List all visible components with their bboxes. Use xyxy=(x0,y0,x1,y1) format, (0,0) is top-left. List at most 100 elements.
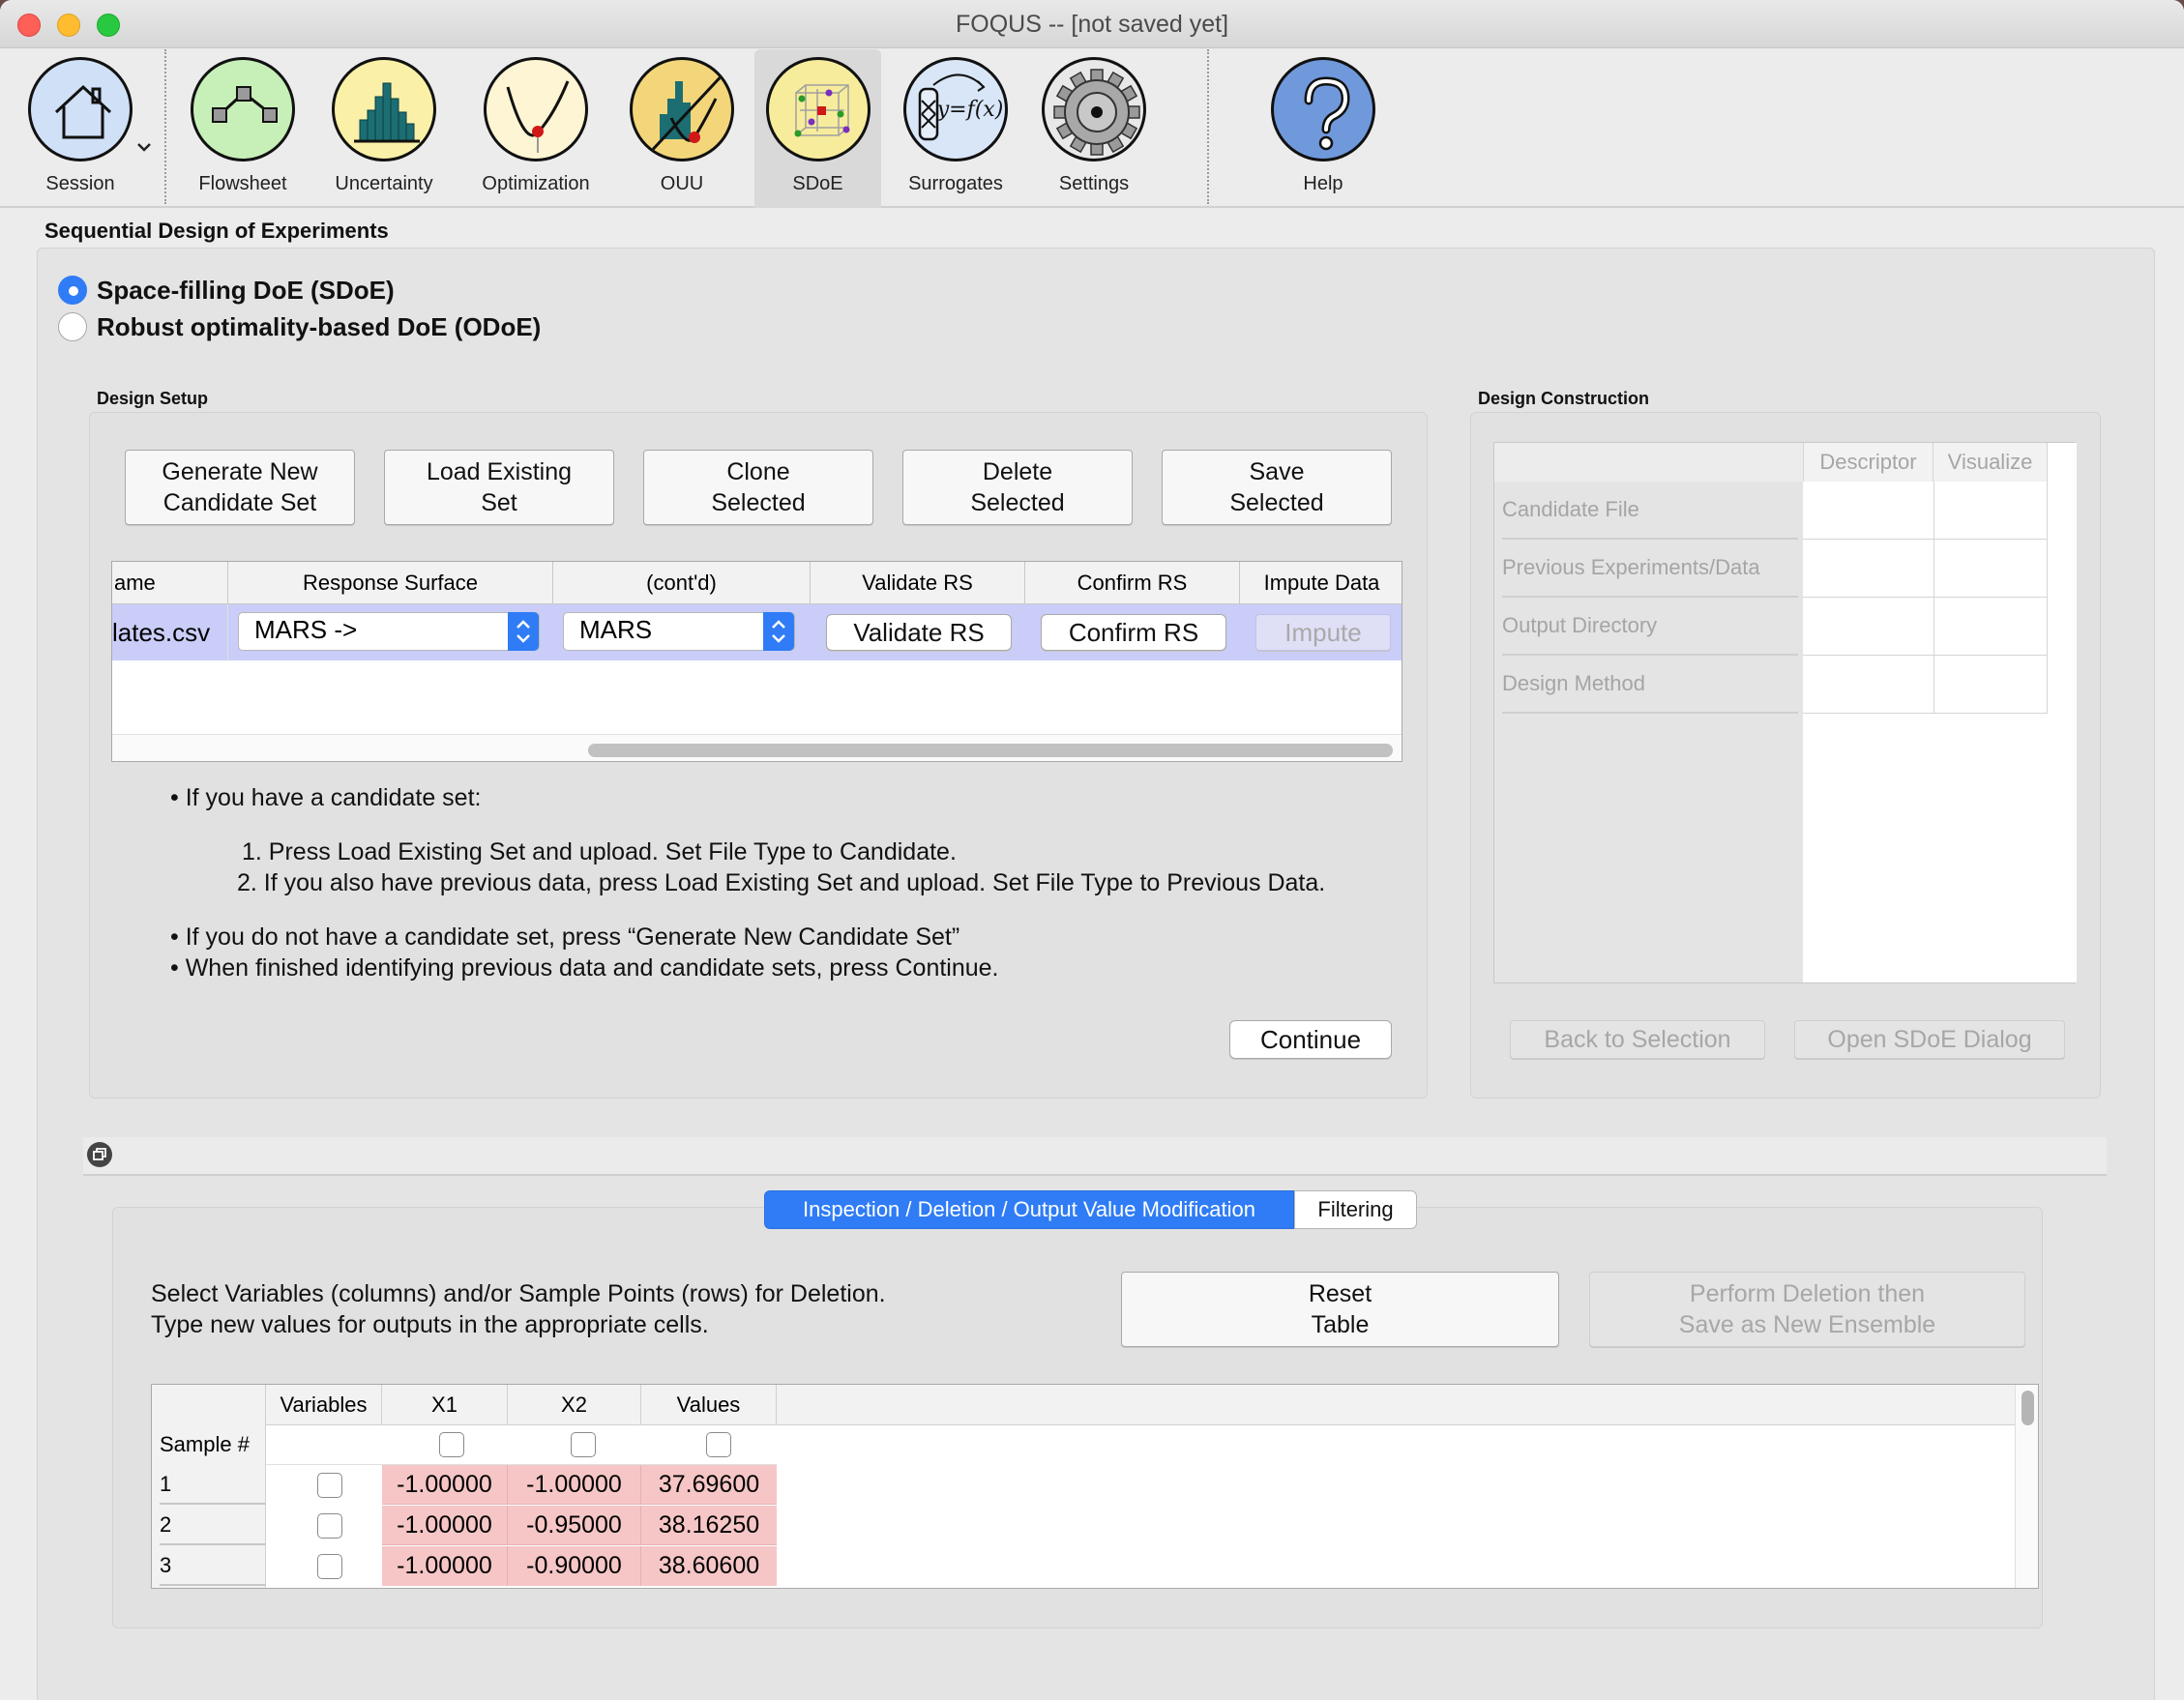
instruction-text: If you have a candidate set: xyxy=(185,784,482,811)
impute-button[interactable]: Impute xyxy=(1255,614,1391,651)
toolbar-uncertainty[interactable]: Uncertainty xyxy=(316,49,452,208)
header-descriptor: Descriptor xyxy=(1803,443,1933,482)
validate-rs-button[interactable]: Validate RS xyxy=(826,614,1012,651)
header-confirm-rs[interactable]: Confirm RS xyxy=(1025,562,1240,604)
header-contd[interactable]: (cont'd) xyxy=(553,562,811,604)
toolbar-help[interactable]: Help xyxy=(1255,49,1391,208)
delete-selected-button[interactable]: Delete Selected xyxy=(902,450,1133,525)
header-x2[interactable]: X2 xyxy=(508,1385,641,1425)
surrogates-icon: y=f(x) xyxy=(903,57,1008,161)
cell-x2[interactable]: -0.90000 xyxy=(508,1546,641,1586)
sample-number-label: Sample # xyxy=(160,1432,250,1456)
confirm-rs-button[interactable]: Confirm RS xyxy=(1041,614,1226,651)
cell-x2[interactable]: -0.95000 xyxy=(508,1506,641,1545)
header-visualize: Visualize xyxy=(1933,443,2048,482)
toolbar-separator xyxy=(1207,49,1209,204)
row-previous-data: Previous Experiments/Data xyxy=(1502,540,1798,598)
perform-deletion-button[interactable]: Perform Deletion then Save as New Ensemb… xyxy=(1589,1272,2025,1347)
scrollbar-thumb[interactable] xyxy=(2022,1391,2034,1425)
sample-row-number[interactable]: 2 xyxy=(160,1506,266,1545)
title-bar: FOQUS -- [not saved yet] xyxy=(0,0,2184,48)
flowsheet-icon xyxy=(191,57,295,161)
header-name[interactable]: ame xyxy=(112,562,228,604)
cell-x1[interactable]: -1.00000 xyxy=(382,1506,508,1545)
clone-selected-button[interactable]: Clone Selected xyxy=(643,450,873,525)
header-impute-data[interactable]: Impute Data xyxy=(1240,562,1402,604)
open-sdoe-dialog-button[interactable]: Open SDoE Dialog xyxy=(1794,1020,2065,1059)
sdoe-grid-icon xyxy=(765,57,871,161)
radio-sdoe[interactable] xyxy=(58,276,87,305)
toolbar-label: SDoE xyxy=(792,173,843,194)
contd-select[interactable]: MARS xyxy=(563,612,795,651)
radio-odoe-label[interactable]: Robust optimality-based DoE (ODoE) xyxy=(97,312,541,342)
header-response-surface[interactable]: Response Surface xyxy=(228,562,553,604)
continue-button[interactable]: Continue xyxy=(1229,1020,1392,1059)
sample-row-number[interactable]: 1 xyxy=(160,1465,266,1505)
select-arrows-icon xyxy=(508,612,539,651)
instruction-step-2: 2. If you also have previous data, press… xyxy=(237,869,1326,896)
table-corner xyxy=(1494,443,1803,482)
instruction-text: If you also have previous data, press Lo… xyxy=(263,869,1326,896)
radio-sdoe-label[interactable]: Space-filling DoE (SDoE) xyxy=(97,276,395,306)
sample-row-number[interactable]: 3 xyxy=(160,1546,266,1586)
toolbar-label: OUU xyxy=(660,173,704,194)
undock-icon[interactable] xyxy=(87,1142,112,1167)
design-construction-table: Descriptor Visualize Candidate File Prev… xyxy=(1493,442,2077,983)
select-column-x1-checkbox[interactable] xyxy=(439,1432,464,1457)
response-surface-select[interactable]: MARS -> xyxy=(238,612,540,651)
deletion-description-line1: Select Variables (columns) and/or Sample… xyxy=(151,1280,886,1307)
toolbar-label: Help xyxy=(1303,173,1343,194)
histogram-icon xyxy=(332,57,436,161)
instruction-bullet-3: • When finished identifying previous dat… xyxy=(170,954,999,982)
home-icon xyxy=(28,57,133,161)
toolbar-flowsheet[interactable]: Flowsheet xyxy=(175,49,310,208)
toolbar-label: Optimization xyxy=(482,173,590,194)
toolbar-separator xyxy=(164,49,166,204)
cell-values[interactable]: 38.16250 xyxy=(641,1506,777,1545)
header-values[interactable]: Values xyxy=(641,1385,777,1425)
scrollbar-thumb[interactable] xyxy=(588,744,1393,757)
toolbar-ouu[interactable]: OUU xyxy=(614,49,750,208)
reset-table-button[interactable]: Reset Table xyxy=(1121,1272,1559,1347)
surrogates-formula: y=f(x) xyxy=(936,98,1004,122)
back-to-selection-button[interactable]: Back to Selection xyxy=(1510,1020,1765,1059)
save-selected-button[interactable]: Save Selected xyxy=(1162,450,1392,525)
instruction-text: If you do not have a candidate set, pres… xyxy=(185,923,960,951)
load-existing-set-button[interactable]: Load Existing Set xyxy=(384,450,614,525)
vertical-scrollbar[interactable] xyxy=(2015,1385,2038,1588)
select-row-checkbox[interactable] xyxy=(317,1554,342,1579)
horizontal-scrollbar[interactable] xyxy=(112,734,1402,761)
dock-splitter[interactable] xyxy=(83,1137,2107,1176)
tab-inspection[interactable]: Inspection / Deletion / Output Value Mod… xyxy=(764,1190,1294,1229)
radio-odoe[interactable] xyxy=(58,312,87,341)
header-variables[interactable]: Variables xyxy=(266,1385,382,1425)
toolbar-session[interactable]: Session xyxy=(12,49,151,208)
toolbar-label: Settings xyxy=(1058,173,1130,194)
cell-values[interactable]: 38.60600 xyxy=(641,1546,777,1586)
gear-icon xyxy=(1042,57,1146,161)
select-row-checkbox[interactable] xyxy=(317,1513,342,1539)
sample-table: Variables X1 X2 Values Sample # 1 -1.000… xyxy=(151,1384,2039,1589)
cell-x1[interactable]: -1.00000 xyxy=(382,1465,508,1505)
toolbar-label: Session xyxy=(45,173,115,194)
toolbar-settings[interactable]: Settings xyxy=(1026,49,1162,208)
page-title: Sequential Design of Experiments xyxy=(44,219,389,243)
cell-x2[interactable]: -1.00000 xyxy=(508,1465,641,1505)
ouu-icon xyxy=(630,57,734,161)
header-validate-rs[interactable]: Validate RS xyxy=(811,562,1025,604)
toolbar-surrogates[interactable]: y=f(x) Surrogates xyxy=(888,49,1023,208)
generate-new-candidate-set-button[interactable]: Generate New Candidate Set xyxy=(125,450,355,525)
toolbar-sdoe[interactable]: SDoE xyxy=(754,49,881,208)
row-file-name[interactable]: lates.csv xyxy=(112,604,228,660)
optimization-curve-icon xyxy=(484,57,588,161)
chevron-down-icon[interactable] xyxy=(135,138,153,156)
select-column-x2-checkbox[interactable] xyxy=(571,1432,596,1457)
select-column-values-checkbox[interactable] xyxy=(706,1432,731,1457)
header-x1[interactable]: X1 xyxy=(382,1385,508,1425)
column-divider xyxy=(1933,482,1934,714)
tab-filtering[interactable]: Filtering xyxy=(1294,1190,1417,1229)
cell-values[interactable]: 37.69600 xyxy=(641,1465,777,1505)
cell-x1[interactable]: -1.00000 xyxy=(382,1546,508,1586)
select-row-checkbox[interactable] xyxy=(317,1473,342,1498)
toolbar-optimization[interactable]: Optimization xyxy=(468,49,604,208)
